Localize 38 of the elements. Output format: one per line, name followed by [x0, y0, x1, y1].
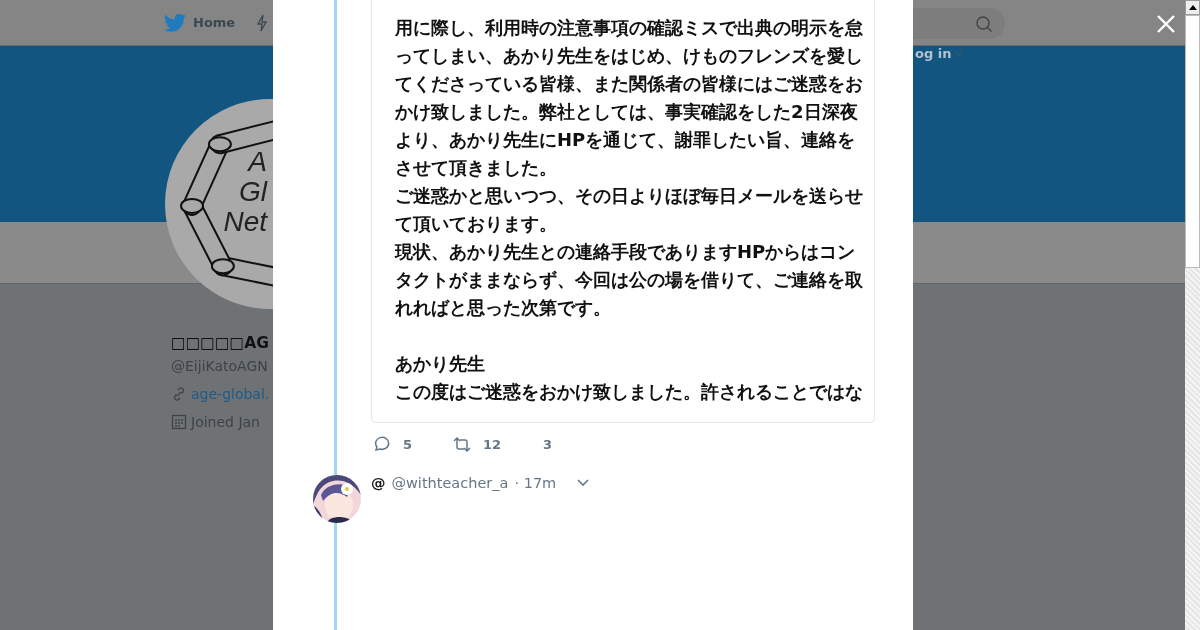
calendar-icon [171, 414, 187, 430]
caret-icon [955, 50, 964, 57]
bolt-icon[interactable] [257, 13, 268, 32]
search-icon [975, 14, 993, 33]
logo-text: Net [223, 207, 267, 237]
tweet-text-line: タクトがままならず、今回は公の場を借りて、ご連絡を取 [395, 268, 863, 292]
close-icon[interactable] [1156, 14, 1176, 34]
reply-icon [373, 436, 391, 453]
scroll-up-button[interactable] [1185, 0, 1200, 15]
reply-action[interactable]: 5 [373, 436, 453, 453]
like-count: 3 [543, 437, 553, 452]
logo-text: A [248, 147, 267, 177]
tweet-text-line: より、あかり先生にHPを通じて、謝罪したい旨、連絡を [395, 128, 856, 152]
up-arrow-icon [1188, 5, 1197, 10]
tweet-text-line: かけ致しました。弊社としては、事実確認をした2日深夜 [395, 100, 858, 124]
scrollbar-thumb[interactable] [1185, 15, 1200, 268]
tweet-text-line: ってしまい、あかり先生をはじめ、けものフレンズを愛し [395, 44, 863, 68]
reply-author-handle[interactable]: @withteacher_a [391, 475, 509, 491]
tweet-text-line: 用に際し、利用時の注意事項の確認ミスで出典の明示を怠 [395, 16, 863, 40]
retweet-action[interactable]: 12 [453, 437, 533, 452]
tweet-text-line: 現状、あかり先生との連絡手段でありますHPからはコン [395, 240, 856, 264]
login-menu[interactable]: og in [915, 46, 964, 61]
tweet-text-line: させて頂きました。 [395, 156, 557, 180]
logo-text: Gl [239, 177, 267, 207]
link-icon [171, 386, 187, 402]
bird-icon [163, 12, 187, 33]
home-tab[interactable]: Home [163, 12, 236, 33]
tweet-text-line: て頂いております。 [395, 212, 557, 236]
tweet-text-line: あかり先生 [395, 352, 485, 376]
tweet-text-line: れればと思った次第です。 [395, 296, 611, 320]
tweet-text-line: ご迷惑かと思いつつ、その日よりほぼ毎日メールを送らせ [395, 184, 863, 208]
reply-author-name[interactable]: @ [371, 475, 386, 491]
tweet-text-line: てくださっている皆様、また関係者の皆様にはご迷惑をお [395, 72, 863, 96]
retweet-icon [453, 437, 471, 452]
chevron-down-icon[interactable] [576, 478, 591, 488]
reply-time: · 17m [514, 475, 557, 491]
tweet-text-line: この度はご迷惑をおかけ致しました。許されることではな [395, 380, 863, 404]
profile-name: □□□□□AG [171, 333, 269, 354]
